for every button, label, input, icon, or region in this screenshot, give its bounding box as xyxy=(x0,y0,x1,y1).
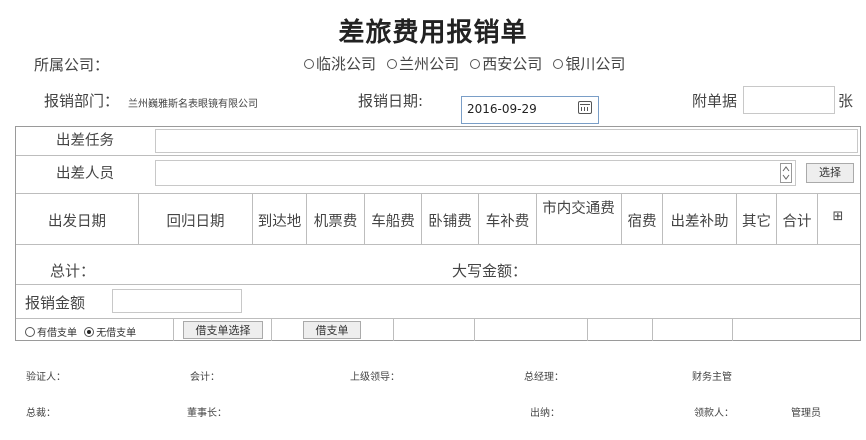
radio-selected-icon[interactable] xyxy=(84,327,95,337)
col-header-return-date: 回归日期 xyxy=(166,214,225,230)
attach-count-input[interactable] xyxy=(743,86,835,114)
reimburse-label: 报销金额 xyxy=(25,294,86,312)
company-label: 所属公司： xyxy=(34,56,110,74)
col-divider xyxy=(732,318,733,341)
company-option-yinchuan[interactable]: 银川公司 xyxy=(553,53,625,74)
loan-option-has[interactable]: 有借支单 xyxy=(25,327,77,339)
person-input[interactable] xyxy=(155,160,796,186)
loan-radio-group: 有借支单 无借支单 xyxy=(25,324,136,339)
col-header-airfare: 机票费 xyxy=(313,214,358,230)
page-title: 差旅费用报销单 xyxy=(338,18,528,48)
company-option-lintao[interactable]: 临洮公司 xyxy=(304,53,376,74)
col-divider xyxy=(474,318,475,341)
divider xyxy=(16,193,860,194)
date-label: 报销日期: xyxy=(358,92,424,110)
loan-choose-button[interactable]: 借支单选择 xyxy=(183,321,263,339)
col-header-car-allowance: 车补费 xyxy=(485,214,530,230)
radio-icon[interactable] xyxy=(553,58,564,69)
radio-icon[interactable] xyxy=(470,58,481,69)
attach-label: 附单据 xyxy=(692,92,738,110)
col-header-depart-date: 出发日期 xyxy=(48,214,106,230)
sig-president: 总裁： xyxy=(26,408,56,419)
loan-button[interactable]: 借支单 xyxy=(303,321,361,339)
divider xyxy=(16,155,860,156)
col-divider xyxy=(393,318,394,341)
sig-admin: 管理员 xyxy=(791,408,821,419)
sig-payee: 领款人： xyxy=(694,408,734,419)
divider xyxy=(16,244,860,245)
task-input[interactable] xyxy=(155,129,858,153)
col-divider xyxy=(173,318,174,341)
person-label: 出差人员 xyxy=(56,166,114,182)
col-divider xyxy=(652,318,653,341)
col-header-lodging: 宿费 xyxy=(627,214,657,230)
col-header-sleeper-fare: 卧铺费 xyxy=(428,214,472,230)
task-label: 出差任务 xyxy=(56,133,114,149)
col-header-travel-subsidy: 出差补助 xyxy=(670,214,729,230)
sig-cashier: 出纳： xyxy=(530,408,560,419)
col-header-destination: 到达地 xyxy=(257,214,302,230)
sig-supervisor: 上级领导： xyxy=(350,372,400,383)
dept-label: 报销部门： xyxy=(44,92,120,110)
company-option-lanzhou[interactable]: 兰州公司 xyxy=(387,53,459,74)
select-person-button[interactable]: 选择 xyxy=(806,163,854,183)
total-label: 总计： xyxy=(50,262,96,280)
company-option-xian[interactable]: 西安公司 xyxy=(470,53,542,74)
radio-icon[interactable] xyxy=(304,58,314,69)
col-header-local-transport: 市内交通费 xyxy=(542,201,615,217)
col-divider xyxy=(536,193,537,244)
calendar-icon[interactable] xyxy=(578,101,592,114)
date-field[interactable]: 2016-09-29 xyxy=(461,96,599,124)
divider xyxy=(16,318,860,319)
add-row-icon[interactable]: ⊞ xyxy=(818,209,858,224)
radio-icon[interactable] xyxy=(387,58,398,69)
sig-chairman: 董事长： xyxy=(187,408,227,419)
sig-finance-head: 财务主管 xyxy=(692,372,732,383)
col-divider xyxy=(271,318,272,341)
col-header-total: 合计 xyxy=(782,214,812,230)
sig-verifier: 验证人： xyxy=(26,372,66,383)
radio-icon[interactable] xyxy=(25,327,35,337)
loan-option-none[interactable]: 无借支单 xyxy=(84,327,136,339)
sig-general-manager: 总经理： xyxy=(524,372,564,383)
spinner-icon[interactable] xyxy=(780,163,792,183)
reimburse-amount-input[interactable] xyxy=(112,289,242,313)
sig-accountant: 会计： xyxy=(190,372,220,383)
dept-value: 兰州巍雅斯名表眼镜有限公司 xyxy=(128,99,258,110)
col-header-other: 其它 xyxy=(742,214,771,230)
capital-amount-label: 大写金额： xyxy=(452,262,528,280)
col-divider xyxy=(587,318,588,341)
date-value: 2016-09-29 xyxy=(467,102,537,116)
attach-unit: 张 xyxy=(838,92,854,110)
divider xyxy=(16,284,860,285)
col-header-ship-fare: 车船费 xyxy=(371,214,415,230)
company-radio-group: 临洮公司 兰州公司 西安公司 银川公司 xyxy=(304,53,631,74)
